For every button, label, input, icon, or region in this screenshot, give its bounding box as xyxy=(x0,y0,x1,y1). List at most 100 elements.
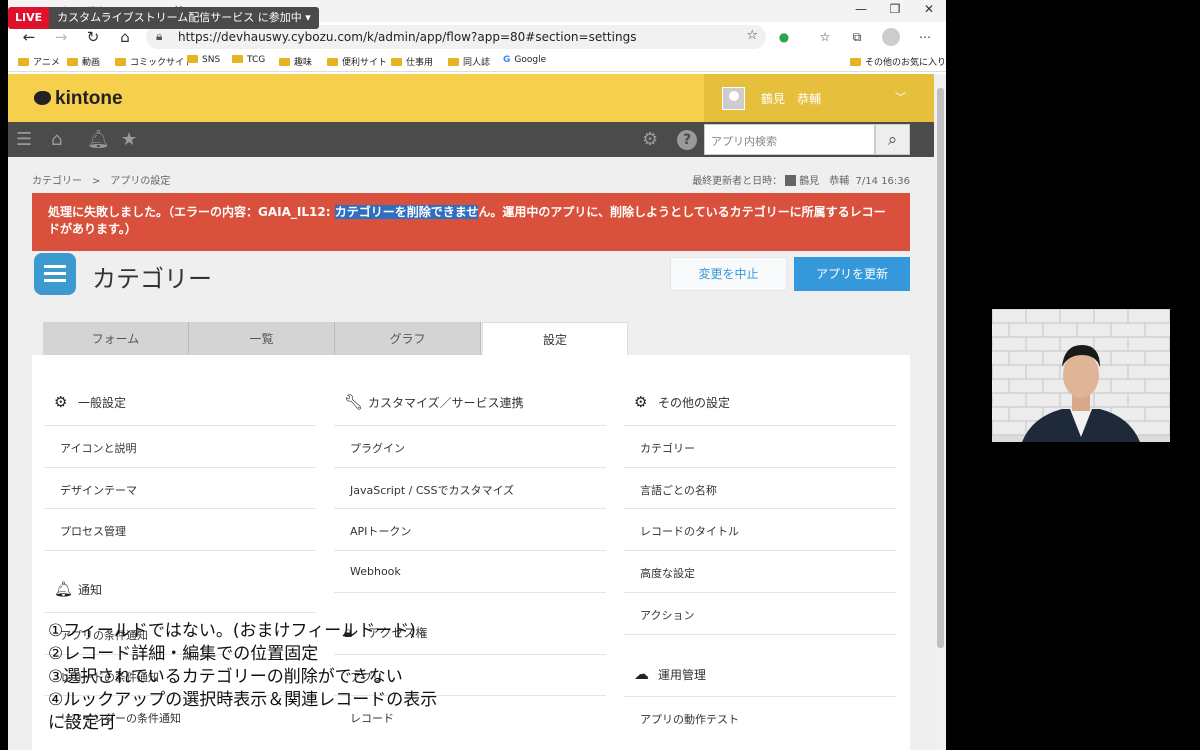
restore-icon[interactable]: ❐ xyxy=(878,0,912,22)
collections-icon[interactable]: ⧉ xyxy=(848,28,866,46)
folder-icon xyxy=(115,58,126,66)
section-ops: ☁ 運用管理 xyxy=(634,665,707,683)
bell-icon[interactable]: 🔔︎ xyxy=(87,129,110,150)
scrollbar-thumb[interactable] xyxy=(937,88,944,648)
star-icon[interactable]: ★ xyxy=(121,129,137,150)
tab-graph[interactable]: グラフ xyxy=(335,322,481,356)
folder-icon xyxy=(327,58,338,66)
user-avatar xyxy=(722,87,745,110)
bookmark-item[interactable]: コミックサイト xyxy=(115,55,193,68)
setting-item[interactable]: JavaScript / CSSでカスタマイズ xyxy=(334,467,606,509)
screen: アプリの設定 ✕ — ❐ ✕ ← → ↻ ⌂ 🔒︎ https://devhau… xyxy=(0,0,1200,750)
gear-icon: ⚙ xyxy=(54,393,68,411)
other-bookmarks[interactable]: その他のお気に入り xyxy=(850,55,946,68)
bookmark-item[interactable]: 動画 xyxy=(67,55,100,68)
tab-form[interactable]: フォーム xyxy=(43,322,189,356)
tab-settings[interactable]: 設定 xyxy=(482,322,628,357)
profile-avatar[interactable] xyxy=(882,28,900,46)
tab-list[interactable]: 一覧 xyxy=(189,322,335,356)
setting-item[interactable]: アプリの動作テスト xyxy=(624,696,896,738)
annotation-line: ①フィールドではない。(おまけフィールドード) xyxy=(48,621,416,641)
home-icon[interactable]: ⌂ xyxy=(114,26,136,48)
back-icon[interactable]: ← xyxy=(18,26,40,48)
minimize-icon[interactable]: — xyxy=(844,0,878,22)
selected-text: カテゴリーを削除できませ xyxy=(334,205,479,219)
setting-item[interactable]: デザインテーマ xyxy=(44,467,316,509)
bookmark-item[interactable]: 同人誌 xyxy=(448,55,490,68)
bookmark-item[interactable]: 便利サイト xyxy=(327,55,387,68)
folder-icon xyxy=(448,58,459,66)
bookmark-item[interactable]: SNS xyxy=(187,55,220,65)
favorite-star-icon[interactable]: ☆ xyxy=(746,28,758,43)
bell-icon: 🔔︎ xyxy=(54,580,74,598)
page-scrollbar[interactable] xyxy=(934,74,946,750)
setting-item[interactable]: 高度な設定 xyxy=(624,550,896,592)
wrench-icon: 🔧︎ xyxy=(344,393,364,411)
app-title: カテゴリー xyxy=(92,265,212,293)
help-icon[interactable]: ? xyxy=(677,130,697,150)
home-icon[interactable]: ⌂ xyxy=(51,129,62,150)
divider xyxy=(44,550,316,580)
folder-icon xyxy=(232,55,243,63)
reload-icon[interactable]: ↻ xyxy=(82,26,104,48)
breadcrumb[interactable]: カテゴリー > アプリの設定 xyxy=(32,172,170,187)
annotation-line: ④ルックアップの選択時表示＆関連レコードの表示 xyxy=(48,690,438,710)
gears-icon: ⚙ xyxy=(634,393,648,411)
setting-item[interactable]: プラグイン xyxy=(334,425,606,467)
bookmark-item[interactable]: 趣味 xyxy=(279,55,312,68)
setting-item[interactable]: APIトークン xyxy=(334,508,606,550)
bookmark-google[interactable]: G Google xyxy=(503,55,546,65)
search-placeholder: アプリ内検索 xyxy=(711,135,777,148)
kintone-header: kintone 鶴見 恭輔 ﹀ xyxy=(8,74,934,122)
gear-icon[interactable]: ⚙ xyxy=(642,129,658,150)
setting-item[interactable]: Webhook xyxy=(334,550,606,592)
search-button[interactable]: ⌕ xyxy=(875,124,910,155)
update-app-button[interactable]: アプリを更新 xyxy=(794,257,910,291)
url-text: https://devhauswy.cybozu.com/k/admin/app… xyxy=(178,30,637,44)
user-menu[interactable]: 鶴見 恭輔 ﹀ xyxy=(704,74,934,122)
last-updated: 最終更新者と日時： 鶴見 恭輔 7/14 16:36 xyxy=(692,175,910,187)
browser-window: アプリの設定 ✕ — ❐ ✕ ← → ↻ ⌂ 🔒︎ https://devhau… xyxy=(8,0,946,750)
folder-icon xyxy=(850,58,861,66)
user-name: 鶴見 恭輔 xyxy=(761,92,822,106)
annotation-line: ②レコード詳細・編集での位置固定 xyxy=(48,644,319,664)
webcam-feed xyxy=(992,309,1170,442)
folder-icon xyxy=(187,55,198,63)
close-window-icon[interactable]: ✕ xyxy=(912,0,946,22)
bookmark-item[interactable]: TCG xyxy=(232,55,265,65)
forward-icon[interactable]: → xyxy=(50,26,72,48)
setting-item[interactable]: アクション xyxy=(624,592,896,634)
setting-item[interactable]: カテゴリー xyxy=(624,425,896,467)
folder-icon xyxy=(279,58,290,66)
setting-item[interactable]: レコードのタイトル xyxy=(624,508,896,550)
chevron-down-icon: ﹀ xyxy=(895,91,906,104)
divider xyxy=(624,634,896,654)
live-indicator[interactable]: LIVE カスタムライブストリーム配信サービス に参加中 ▾ xyxy=(8,7,319,29)
annotation-line: ③選択されているカテゴリーの削除ができない xyxy=(48,667,403,687)
error-message: 処理に失敗しました。（エラーの内容：GAIA_IL12: カテゴリーを削除できま… xyxy=(32,193,910,251)
app-search-input[interactable]: アプリ内検索 xyxy=(704,124,875,155)
extension-icon[interactable]: ● xyxy=(775,28,793,46)
setting-item[interactable]: プロセス管理 xyxy=(44,508,316,550)
annotation-line: に設定可 xyxy=(48,713,116,733)
live-badge: LIVE xyxy=(8,7,50,29)
kintone-logo-icon xyxy=(34,91,51,105)
divider xyxy=(334,592,606,616)
setting-item[interactable]: アイコンと説明 xyxy=(44,425,316,467)
live-status-text: カスタムライブストリーム配信サービス に参加中 ▾ xyxy=(49,7,319,29)
favorites-bar-icon[interactable]: ☆ xyxy=(816,28,834,46)
folder-icon xyxy=(18,58,29,66)
cloud-icon: ☁ xyxy=(634,665,649,683)
menu-icon[interactable]: ⋯ xyxy=(916,28,934,46)
bookmark-item[interactable]: アニメ xyxy=(18,55,60,68)
menu-hamburger-icon[interactable]: ☰ xyxy=(16,129,32,150)
bookmark-item[interactable]: 仕事用 xyxy=(391,55,433,68)
section-other: ⚙ その他の設定 xyxy=(634,393,731,411)
kintone-logo[interactable]: kintone xyxy=(34,88,123,110)
lock-icon: 🔒︎ xyxy=(156,29,163,43)
folder-icon xyxy=(391,58,402,66)
search-icon: ⌕ xyxy=(887,130,898,150)
cancel-changes-button[interactable]: 変更を中止 xyxy=(670,257,787,291)
setting-item[interactable]: 言語ごとの名称 xyxy=(624,467,896,509)
section-notification: 🔔︎ 通知 xyxy=(54,580,103,598)
